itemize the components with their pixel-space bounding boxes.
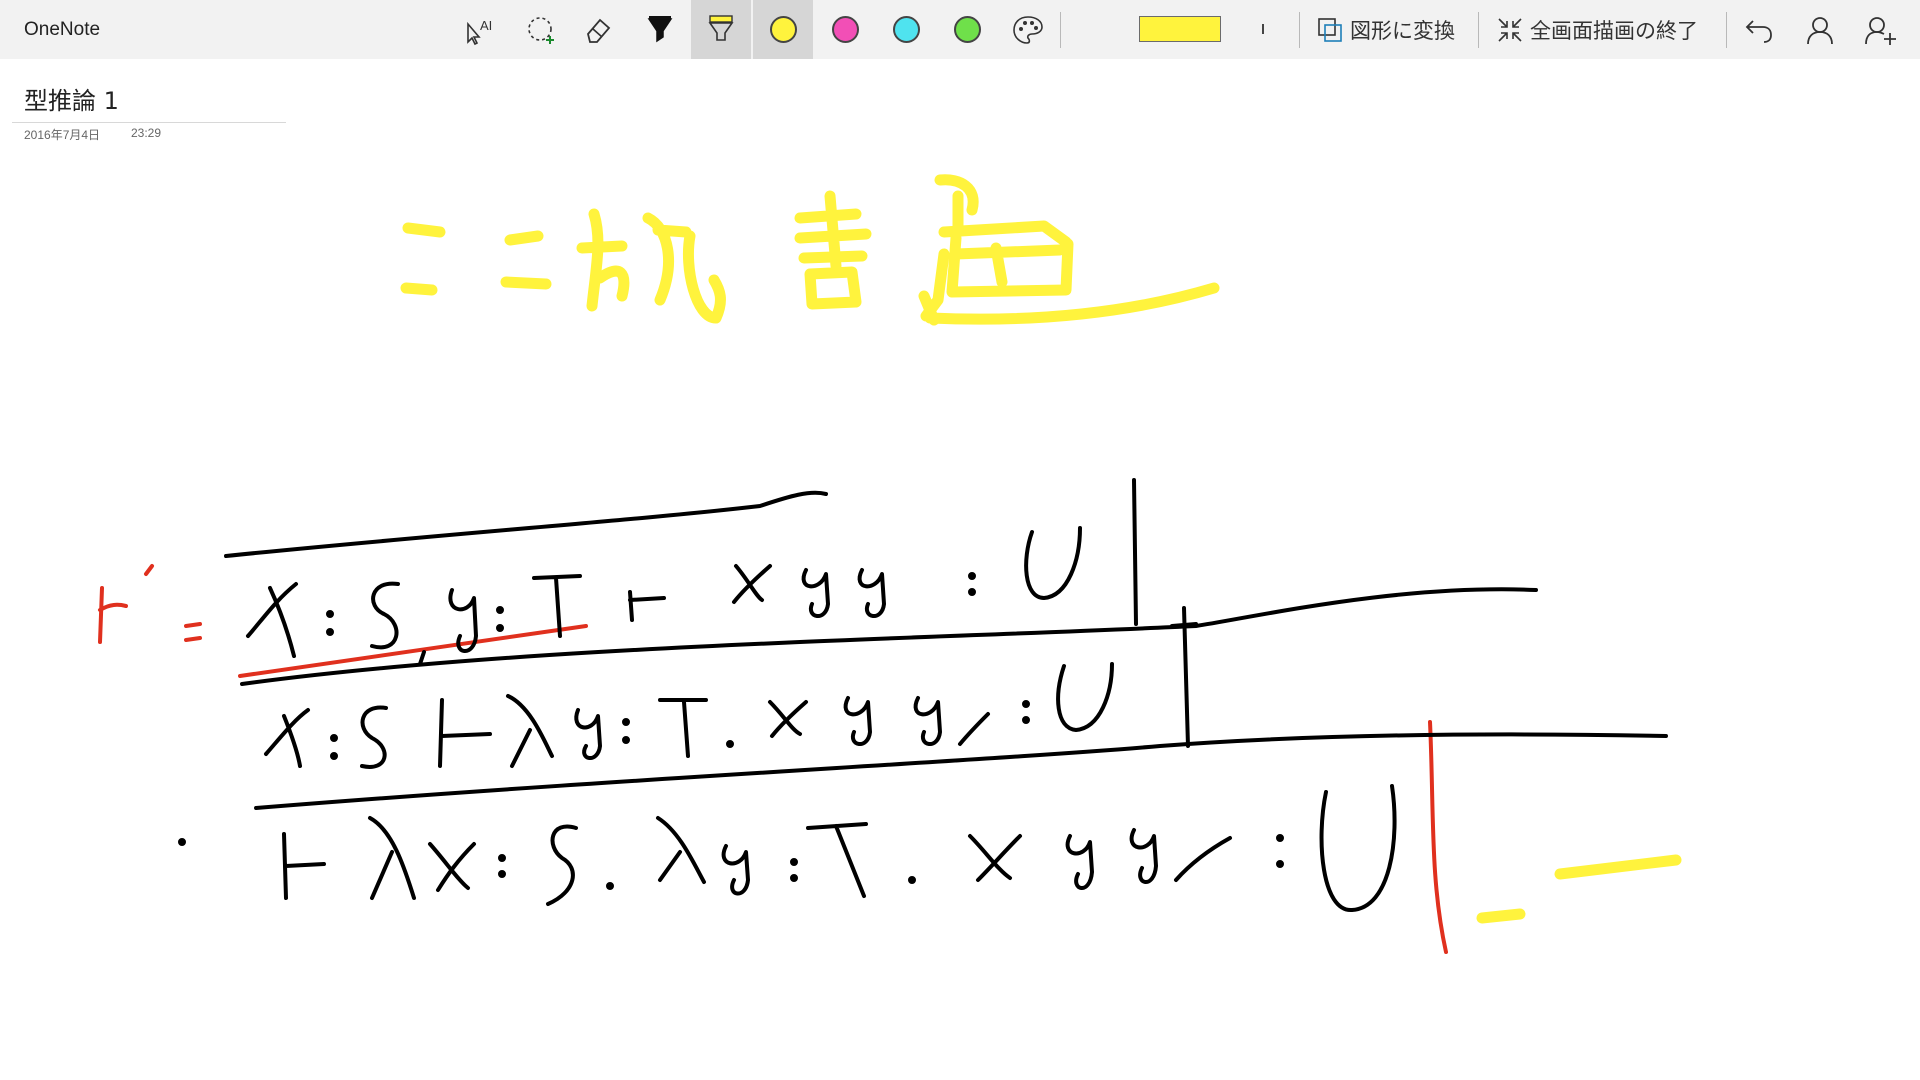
exit-fullscreen-drawing-button[interactable]: 全画面描画の終了 — [1496, 0, 1698, 59]
account-button[interactable] — [1790, 0, 1850, 59]
convert-shapes-icon — [1318, 17, 1342, 42]
red-ink — [98, 564, 1448, 954]
color-pink-swatch — [831, 16, 859, 43]
type-to-text-icon: AI — [467, 18, 492, 45]
undo-button[interactable] — [1729, 0, 1789, 59]
add-person-icon — [1865, 16, 1896, 45]
more-colors-button[interactable] — [998, 0, 1058, 59]
handwritten-judgements — [178, 526, 1397, 913]
palette-icon — [1013, 15, 1043, 44]
exit-fullscreen-drawing-label: 全画面描画の終了 — [1530, 18, 1698, 43]
color-pink-button[interactable] — [815, 0, 875, 59]
type-to-text-button[interactable]: AI — [452, 0, 512, 59]
convert-to-shapes-label: 図形に変換 — [1350, 18, 1455, 43]
highlight-dash-1 — [1476, 908, 1526, 924]
pen-button[interactable] — [630, 0, 690, 59]
toolbar-separator — [1478, 12, 1479, 48]
eraser-button[interactable] — [568, 0, 628, 59]
ribbon-toolbar: OneNote AI 図形に変換 全画面描画の終了 — [0, 0, 1920, 59]
lasso-select-button[interactable] — [512, 0, 572, 59]
lasso-select-icon — [528, 16, 554, 44]
color-cyan-button[interactable] — [876, 0, 936, 59]
color-green-button[interactable] — [937, 0, 997, 59]
toolbar-separator — [1060, 12, 1061, 48]
yellow-highlighter-ink — [400, 174, 1682, 924]
color-yellow-button[interactable] — [753, 0, 813, 59]
color-cyan-swatch — [892, 16, 920, 43]
toolbar-separator — [1726, 12, 1727, 48]
collapse-arrows-icon — [1498, 17, 1522, 42]
person-icon — [1807, 16, 1833, 44]
share-button[interactable] — [1851, 0, 1911, 59]
undo-icon — [1745, 19, 1772, 43]
color-yellow-swatch — [769, 16, 797, 43]
convert-to-shapes-button[interactable]: 図形に変換 — [1316, 0, 1455, 59]
ink-canvas[interactable] — [0, 59, 1920, 1080]
current-ink-color-swatch[interactable] — [1139, 16, 1221, 42]
pen-icon — [647, 15, 673, 42]
eraser-icon — [587, 18, 611, 43]
app-name: OneNote — [24, 19, 101, 40]
highlighter-icon — [708, 14, 734, 41]
highlight-dash-2 — [1554, 854, 1682, 880]
ink-thickness-indicator[interactable] — [1262, 24, 1264, 34]
svg-text:AI: AI — [480, 18, 492, 33]
toolbar-separator — [1299, 12, 1300, 48]
color-green-swatch — [953, 16, 981, 43]
highlighter-button[interactable] — [691, 0, 751, 59]
